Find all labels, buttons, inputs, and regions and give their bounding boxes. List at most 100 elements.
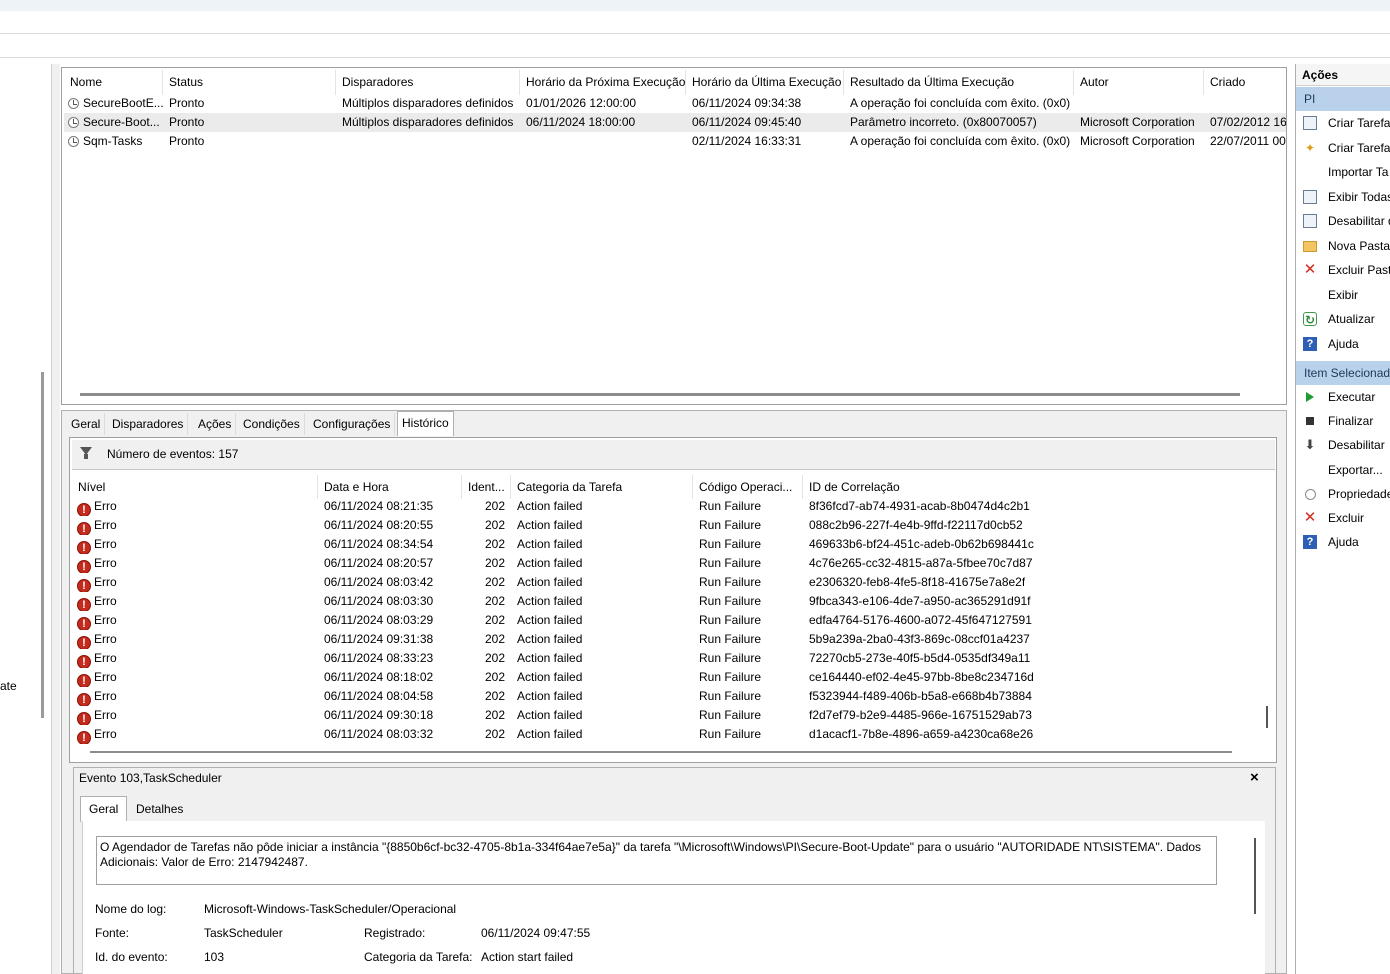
tab-triggers[interactable]: Disparadores: [108, 413, 189, 435]
event-level: Erro: [94, 632, 117, 646]
column-header-correlation-id[interactable]: ID de Correlação: [803, 475, 1261, 499]
column-header-name[interactable]: Nome: [64, 70, 163, 95]
event-level-cell: ! Erro: [77, 497, 117, 516]
actions-section-selected-item[interactable]: Item Selecionado: [1296, 361, 1390, 385]
column-header-status[interactable]: Status: [163, 70, 336, 95]
action-item[interactable]: Desabilitar d: [1296, 209, 1390, 233]
task-row-selected[interactable]: Secure-Boot... Pronto Múltiplos disparad…: [64, 113, 1286, 132]
event-task-category: Action failed: [517, 651, 583, 665]
event-row[interactable]: ! Erro 202 06/11/2024 08:20:57 Action failed…: [72, 554, 1261, 573]
column-header-opcode[interactable]: Código Operaci...: [693, 475, 803, 499]
actions-section-folder[interactable]: PI: [1296, 87, 1390, 111]
task-row[interactable]: SecureBootE... Pronto Múltiplos disparad…: [64, 94, 1286, 113]
event-opcode: Run Failure: [699, 689, 762, 703]
event-row[interactable]: ! Erro 202 06/11/2024 08:20:55 Action failed…: [72, 516, 1261, 535]
tab-conditions[interactable]: Condições: [239, 413, 305, 435]
task-list-horizontal-scrollbar[interactable]: [80, 393, 1240, 396]
event-task-category: Action failed: [517, 594, 583, 608]
column-header-datetime[interactable]: Data e Hora: [318, 475, 462, 499]
action-item[interactable]: ✕ Excluir Pasta: [1296, 258, 1390, 282]
tab-actions[interactable]: Ações: [194, 413, 237, 435]
action-item[interactable]: Exibir Todas: [1296, 185, 1390, 209]
event-task-category: Action failed: [517, 670, 583, 684]
action-item[interactable]: Nova Pasta...: [1296, 234, 1390, 258]
action-item[interactable]: ⬇ Desabilitar: [1296, 433, 1390, 457]
action-item[interactable]: ? Ajuda: [1296, 332, 1390, 356]
action-label: Nova Pasta...: [1328, 238, 1390, 253]
action-item[interactable]: Finalizar: [1296, 409, 1390, 433]
event-task-category: Action failed: [517, 727, 583, 741]
title-strip: [0, 0, 1390, 11]
action-item[interactable]: Propriedade: [1296, 482, 1390, 506]
column-header-author[interactable]: Autor: [1074, 70, 1204, 95]
event-datetime: 06/11/2024 08:34:54: [324, 537, 434, 551]
column-header-event-id[interactable]: Ident...: [462, 475, 511, 499]
action-item[interactable]: Exibir: [1296, 283, 1390, 307]
event-row[interactable]: ! Erro 202 06/11/2024 09:30:18 Action failed…: [72, 706, 1261, 725]
column-header-last-result[interactable]: Resultado da Última Execução: [844, 70, 1074, 95]
column-header-triggers[interactable]: Disparadores: [336, 70, 520, 95]
event-datetime: 06/11/2024 08:04:58: [324, 689, 434, 703]
close-icon[interactable]: ×: [1250, 769, 1259, 786]
pane-splitter[interactable]: [52, 64, 60, 974]
disable-icon: ⬇: [1304, 437, 1316, 453]
task-author: Microsoft Corporation: [1080, 134, 1195, 148]
event-level: Erro: [94, 651, 117, 665]
event-level-cell: ! Erro: [77, 706, 117, 725]
event-opcode: Run Failure: [699, 556, 762, 570]
column-header-created[interactable]: Criado: [1204, 70, 1286, 95]
action-label: Excluir: [1328, 511, 1365, 525]
event-tab-details[interactable]: Detalhes: [128, 797, 191, 821]
event-row[interactable]: ! Erro 202 06/11/2024 08:34:54 Action failed…: [72, 535, 1261, 554]
event-id-value: 103: [204, 950, 225, 964]
event-row[interactable]: ! Erro 202 06/11/2024 08:21:35 Action failed…: [72, 497, 1261, 516]
column-header-next-run[interactable]: Horário da Próxima Execução: [520, 70, 686, 95]
event-datetime: 06/11/2024 08:18:02: [324, 670, 434, 684]
task-row[interactable]: Sqm-Tasks Pronto 02/11/2024 16:33:31 A o…: [64, 132, 1286, 151]
error-icon: !: [77, 560, 91, 573]
event-level: Erro: [94, 727, 117, 741]
event-row[interactable]: ! Erro 202 06/11/2024 08:03:32 Action failed…: [72, 725, 1261, 744]
filter-icon-stem[interactable]: [84, 454, 88, 459]
history-vertical-scrollbar[interactable]: [1266, 706, 1268, 728]
task-status: Pronto: [169, 115, 205, 129]
action-item[interactable]: ? Ajuda: [1296, 530, 1390, 554]
column-header-last-run[interactable]: Horário da Última Execução: [686, 70, 844, 95]
event-row[interactable]: ! Erro 202 06/11/2024 08:03:29 Action failed…: [72, 611, 1261, 630]
event-datetime: 06/11/2024 08:03:42: [324, 575, 434, 589]
history-filter-bar: [72, 440, 1275, 470]
tab-history[interactable]: Histórico: [397, 411, 454, 436]
event-tab-general[interactable]: Geral: [80, 796, 128, 822]
column-header-level[interactable]: Nível: [72, 475, 318, 499]
action-item[interactable]: Executar: [1296, 385, 1390, 409]
event-row[interactable]: ! Erro 202 06/11/2024 08:18:02 Action failed…: [72, 668, 1261, 687]
console-tree[interactable]: [0, 64, 52, 974]
tab-settings[interactable]: Configurações: [309, 413, 396, 435]
action-item[interactable]: ↻ Atualizar: [1296, 307, 1390, 331]
tab-general[interactable]: Geral: [67, 413, 106, 435]
action-item[interactable]: ✕ Excluir: [1296, 506, 1390, 530]
event-row[interactable]: ! Erro 202 06/11/2024 08:03:30 Action failed…: [72, 592, 1261, 611]
history-event-list[interactable]: Nível Data e Hora Ident... Categoria da …: [72, 472, 1261, 744]
action-item[interactable]: Exportar...: [1296, 458, 1390, 482]
event-row[interactable]: ! Erro 202 06/11/2024 08:33:23 Action failed…: [72, 649, 1261, 668]
action-item[interactable]: Criar Tarefa: [1296, 111, 1390, 135]
task-list[interactable]: Nome Status Disparadores Horário da Próx…: [61, 67, 1287, 405]
event-correlation-id: edfa4764-5176-4600-a072-45f647127591: [809, 613, 1032, 627]
event-row[interactable]: ! Erro 202 06/11/2024 09:31:38 Action failed…: [72, 630, 1261, 649]
console-tree-partial-label[interactable]: ate: [0, 679, 17, 693]
event-body-scrollbar[interactable]: [1254, 838, 1256, 914]
action-item[interactable]: ✦ Criar Tarefa...: [1296, 136, 1390, 160]
event-level: Erro: [94, 689, 117, 703]
event-level-cell: ! Erro: [77, 554, 117, 573]
event-row[interactable]: ! Erro 202 06/11/2024 08:03:42 Action failed…: [72, 573, 1261, 592]
event-message[interactable]: O Agendador de Tarefas não pôde iniciar …: [96, 836, 1217, 885]
history-horizontal-scrollbar[interactable]: [90, 751, 1232, 753]
console-tree-scrollbar[interactable]: [41, 372, 44, 718]
event-datetime: 06/11/2024 08:03:29: [324, 613, 434, 627]
task-last-run: 06/11/2024 09:34:38: [692, 96, 802, 110]
event-row[interactable]: ! Erro 202 06/11/2024 08:04:58 Action failed…: [72, 687, 1261, 706]
column-header-task-category[interactable]: Categoria da Tarefa: [511, 475, 693, 499]
event-opcode: Run Failure: [699, 499, 762, 513]
action-item[interactable]: Importar Ta: [1296, 160, 1390, 184]
